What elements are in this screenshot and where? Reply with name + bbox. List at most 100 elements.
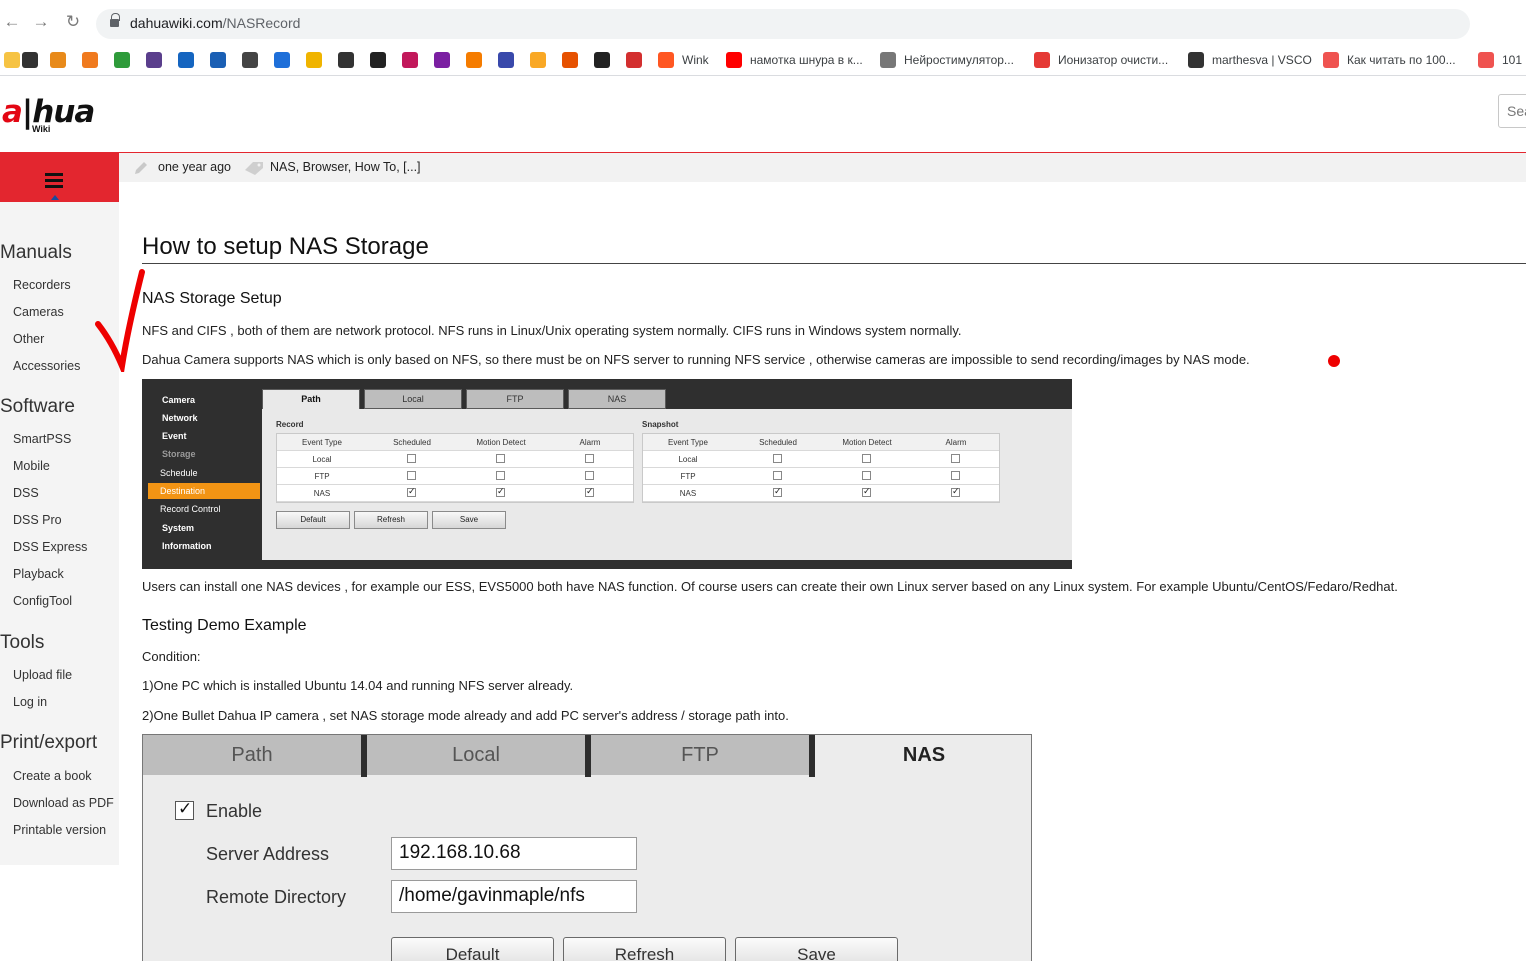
menu-toggle[interactable] [0,153,119,202]
nas-settings-screenshot: PathLocalFTPNAS Enable Server Address 19… [142,734,1032,961]
table-checkbox [496,486,505,497]
screenshot-panel: Record Snapshot Event Type Scheduled Motio… [262,409,1072,560]
sidebar-link[interactable]: Download as PDF [13,796,114,810]
sidebar-link[interactable]: Create a book [13,769,92,783]
page-title: How to setup NAS Storage [142,233,429,260]
table-checkbox [773,454,782,463]
bookmark-item[interactable]: Ионизатор очисти... [1034,50,1168,70]
bookmark-item[interactable] [114,50,138,70]
dahua-logo[interactable]: a|hua Wiki [2,94,95,134]
bookmark-item[interactable]: Wink [658,50,709,70]
page-info-bar: one year ago NAS, Browser, How To, [...] [119,153,1526,182]
flame-icon [50,52,66,68]
sidebar-link[interactable]: Playback [13,567,64,581]
screenshot-button: Default [391,937,554,961]
bookmark-item[interactable] [530,50,554,70]
sidebar-link[interactable]: Cameras [13,305,64,319]
bookmark-item[interactable] [626,50,650,70]
bookmark-item[interactable] [146,50,170,70]
address-bar[interactable]: dahuawiki.com/NASRecord [96,9,1470,39]
brain-icon [880,52,896,68]
search-input[interactable]: Sea [1498,94,1526,128]
bookmark-item[interactable]: 101 r [1478,50,1526,70]
sidebar-link[interactable]: Mobile [13,459,50,473]
screenshot-button: Default [276,511,350,529]
url-domain: dahuawiki.com [130,15,223,31]
hamburger-icon [45,173,63,188]
screenshot-button: Refresh [563,937,726,961]
table-checkbox [862,454,871,463]
forward-arrow-icon[interactable]: → [31,12,51,32]
paragraph-nas-devices: Users can install one NAS devices , for … [142,579,1398,594]
url-path: /NASRecord [222,15,301,31]
condition-item-2: 2)One Bullet Dahua IP camera , set NAS s… [142,708,789,723]
bookmark-item[interactable] [562,50,586,70]
storage-destination-screenshot: Camera Network Event Storage Schedule Destina… [142,379,1072,569]
paragraph-protocols: NFS and CIFS , both of them are network … [142,323,962,338]
sidebar-link[interactable]: Upload file [13,668,72,682]
back-arrow-icon[interactable]: ← [2,12,22,32]
bookmark-item[interactable]: marthesva | VSCO [1188,50,1312,70]
bookmark-item[interactable] [306,50,330,70]
screenshot-button: Refresh [354,511,428,529]
bookmark-item[interactable] [50,50,74,70]
table-row: Local [277,451,633,468]
screenshot-nav-item: System [162,523,195,533]
bookmark-item[interactable] [466,50,490,70]
screenshot-tab: NAS [815,735,1031,775]
snapshot-table: Event Type Scheduled Motion Detect Alarm Loc… [642,433,1000,503]
bookmark-item[interactable] [434,50,458,70]
sidebar-link[interactable]: Printable version [13,823,106,837]
sidebar-link[interactable]: SmartPSS [13,432,71,446]
l-icon [1323,52,1339,68]
screenshot-tab: Local [367,735,585,775]
sidebar-link[interactable]: DSS Pro [13,513,62,527]
tag-icon [245,162,263,175]
condition-label: Condition: [142,649,201,664]
w-icon [434,52,450,68]
table-cell: Local [312,455,332,464]
title-divider [142,263,1526,264]
sidebar-link[interactable]: ConfigTool [13,594,72,608]
bookmark-item[interactable] [594,50,618,70]
bookmark-item[interactable] [22,50,46,70]
table-checkbox [951,454,960,463]
bookmark-item[interactable] [402,50,426,70]
bookmark-item[interactable]: намотка шнура в к... [726,50,863,70]
aud-icon [178,52,194,68]
bookmark-item[interactable] [178,50,202,70]
bookmark-item[interactable] [498,50,522,70]
table-cell: FTP [314,472,330,481]
screenshot-nav-item: Network [162,413,198,423]
bookmark-item[interactable] [242,50,266,70]
sidebar-link[interactable]: Accessories [13,359,80,373]
remote-directory-field: /home/gavinmaple/nfs [391,880,637,913]
screenshot-tab: Path [262,389,360,409]
sidebar-link[interactable]: Other [13,332,44,346]
bookmark-item[interactable] [210,50,234,70]
waves-icon [498,52,514,68]
screenshot-nav-item: Information [162,541,212,551]
tag-list[interactable]: NAS, Browser, How To, [...] [270,160,421,174]
bookmark-item[interactable] [370,50,394,70]
logo-subtitle: Wiki [32,124,51,134]
url-text[interactable]: dahuawiki.com/NASRecord [130,15,300,31]
sidebar-link[interactable]: DSS [13,486,39,500]
reload-icon[interactable]: ↻ [63,12,83,32]
sidebar-link[interactable]: Log in [13,695,47,709]
red-grid-icon [626,52,642,68]
table-row: FTP [277,468,633,485]
bookmark-item[interactable] [82,50,106,70]
sidebar-link[interactable]: DSS Express [13,540,87,554]
bookmark-label: Как читать по 100... [1347,53,1456,67]
screenshot-tab: FTP [466,389,564,409]
browser-toolbar: ← → ↻ dahuawiki.com/NASRecord [0,0,1526,44]
bookmark-item[interactable]: Нейростимулятор... [880,50,1014,70]
sidebar-heading: Manuals [0,242,72,263]
bookmark-item[interactable]: Как читать по 100... [1323,50,1456,70]
caret-icon [51,195,59,200]
bookmark-item[interactable] [338,50,362,70]
blue-orange-icon [274,52,290,68]
sidebar-link[interactable]: Recorders [13,278,71,292]
bookmark-item[interactable] [274,50,298,70]
